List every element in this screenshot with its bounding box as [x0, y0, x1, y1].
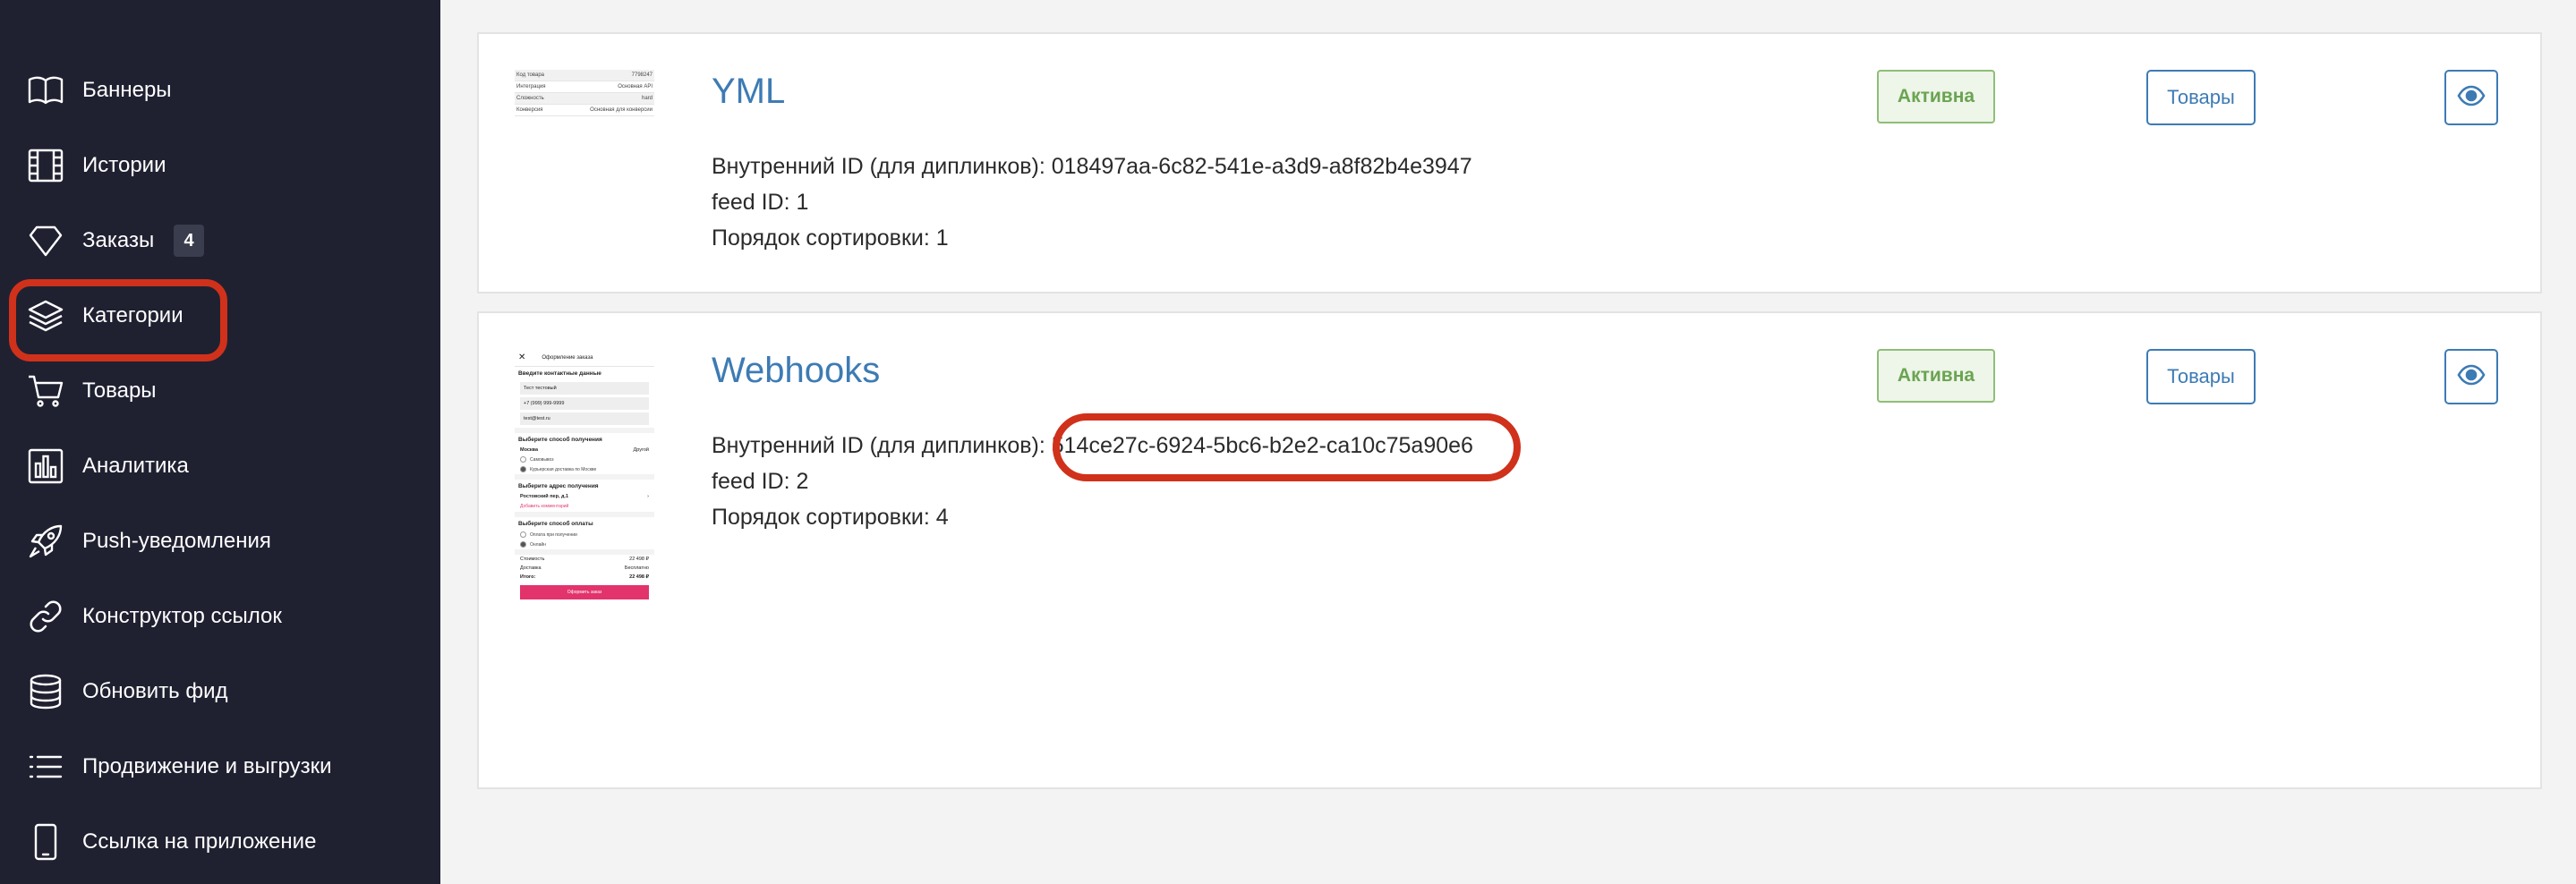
thumb-field: +7 (999) 999-9999	[520, 397, 649, 410]
sidebar-item-label: Конструктор ссылок	[82, 604, 282, 628]
sidebar-item-promotion[interactable]: Продвижение и выгрузки	[0, 729, 440, 804]
products-button[interactable]: Товары	[2146, 349, 2256, 404]
feed-sort-order: Порядок сортировки: 1	[712, 225, 949, 251]
sidebar-item-label: Баннеры	[82, 78, 172, 102]
eye-icon	[2457, 361, 2486, 394]
thumb-field: Тест тестовый	[520, 382, 649, 395]
thumb-line: Ростовский пер, д.1 ›	[520, 494, 649, 499]
eye-icon	[2457, 81, 2486, 115]
feed-id: feed ID: 1	[712, 190, 809, 215]
thumb-section-title: Введите контактные данные	[518, 370, 601, 377]
products-button[interactable]: Товары	[2146, 70, 2256, 125]
thumb-section-title: Выберите способ получения	[518, 437, 602, 443]
view-button[interactable]	[2444, 349, 2498, 404]
thumb-line: Москва Другой	[520, 447, 649, 453]
status-badge: Активна	[1877, 349, 1995, 403]
thumb-line: Итого: 22 498 ₽	[520, 574, 649, 580]
feed-title: Webhooks	[712, 351, 881, 390]
thumb-option: Самовывоз	[515, 455, 654, 464]
sidebar-item-stories[interactable]: Истории	[0, 128, 440, 203]
internal-id-value: 514ce27c-6924-5bc6-b2e2-ca10c75a90e6	[1051, 433, 1473, 458]
thumb-line: Доставка Бесплатно	[520, 565, 649, 571]
film-icon	[27, 147, 64, 184]
thumb-option: Курьерская доставка по Москве	[515, 464, 654, 474]
thumb-line: Стоимость 22 498 ₽	[520, 557, 649, 562]
thumb-row: Сложность hard	[515, 93, 654, 105]
sidebar-item-products[interactable]: Товары	[0, 353, 440, 429]
sidebar-item-label: Товары	[82, 378, 157, 403]
sidebar-item-label: Аналитика	[82, 454, 189, 478]
internal-id-value: 018497aa-6c82-541e-a3d9-a8f82b4e3947	[1051, 154, 1472, 179]
sidebar-item-label: Обновить фид	[82, 679, 228, 703]
thumb-field: test@test.ru	[520, 412, 649, 425]
sidebar-item-label: Заказы	[82, 228, 155, 252]
thumb-option: Оплата при получении	[515, 530, 654, 540]
thumb-option: Онлайн	[515, 540, 654, 549]
sidebar-item-app-link[interactable]: Ссылка на приложение	[0, 804, 440, 880]
sidebar-item-banners[interactable]: Баннеры	[0, 53, 440, 128]
list-icon	[27, 748, 64, 786]
orders-count-badge: 4	[174, 225, 204, 257]
sidebar-item-analytics[interactable]: Аналитика	[0, 429, 440, 504]
sidebar-item-push[interactable]: Push-уведомления	[0, 504, 440, 579]
thumb-submit: Оформить заказ	[520, 585, 649, 599]
internal-id-label: Внутренний ID (для диплинков):	[712, 154, 1052, 179]
layers-icon	[27, 297, 64, 335]
feed-card-webhooks: ✕ Оформление заказа Введите контактные да…	[477, 311, 2542, 789]
feed-internal-id: Внутренний ID (для диплинков): 514ce27c-…	[712, 433, 1473, 459]
sidebar-item-update-feed[interactable]: Обновить фид	[0, 654, 440, 729]
link-icon	[27, 598, 64, 635]
feed-internal-id: Внутренний ID (для диплинков): 018497aa-…	[712, 154, 1472, 180]
thumb-row: Конверсия Основная для конверсии	[515, 105, 654, 116]
sidebar-item-label: Продвижение и выгрузки	[82, 754, 332, 778]
status-badge: Активна	[1877, 70, 1995, 123]
thumb-row: Код товара 7798247	[515, 70, 654, 81]
sidebar-item-label: Ссылка на приложение	[82, 829, 317, 854]
sidebar: Баннеры Истории Заказы 4 Категории Товар…	[0, 0, 440, 884]
cart-icon	[27, 372, 64, 410]
feed-thumbnail: Код товара 7798247 Интеграция Основная API…	[515, 70, 654, 123]
feed-sort-order: Порядок сортировки: 4	[712, 505, 949, 530]
thumb-row: Интеграция Основная API	[515, 81, 654, 93]
database-icon	[27, 673, 64, 710]
sidebar-item-orders[interactable]: Заказы 4	[0, 203, 440, 278]
feed-title: YML	[712, 72, 786, 111]
sidebar-item-label: Истории	[82, 153, 166, 177]
sidebar-item-categories[interactable]: Категории	[0, 278, 440, 353]
phone-icon	[27, 823, 64, 861]
feed-id: feed ID: 2	[712, 469, 809, 494]
diamond-icon	[27, 222, 64, 259]
sidebar-item-label: Push-уведомления	[82, 529, 271, 553]
sidebar-item-label: Категории	[82, 303, 183, 327]
thumb-section-title: Выберите способ оплаты	[518, 521, 593, 527]
feed-card-yml: Код товара 7798247 Интеграция Основная API…	[477, 32, 2542, 293]
sidebar-item-link-builder[interactable]: Конструктор ссылок	[0, 579, 440, 654]
book-icon	[27, 72, 64, 109]
feed-thumbnail: ✕ Оформление заказа Введите контактные да…	[515, 349, 654, 750]
thumb-header: ✕ Оформление заказа	[515, 349, 654, 367]
thumb-section-title: Выберите адрес получения	[518, 483, 599, 489]
internal-id-label: Внутренний ID (для диплинков):	[712, 433, 1052, 458]
rocket-icon	[27, 523, 64, 560]
view-button[interactable]	[2444, 70, 2498, 125]
thumb-link: Добавить комментарий	[520, 504, 569, 509]
bar-chart-icon	[27, 447, 64, 485]
